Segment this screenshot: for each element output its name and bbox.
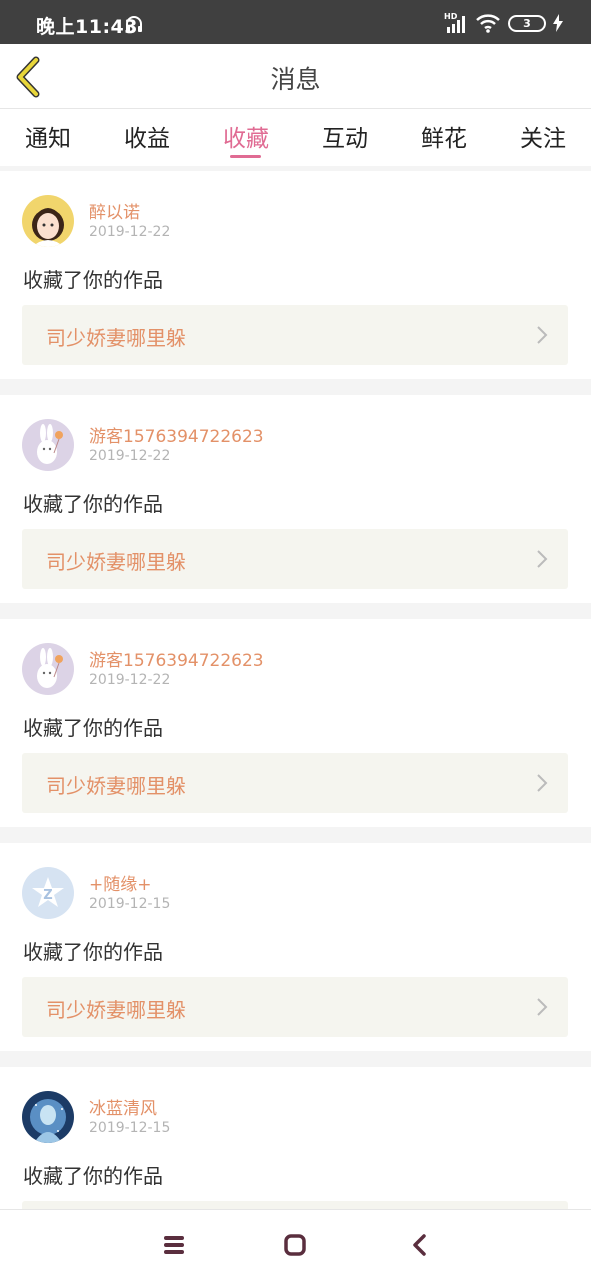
system-nav-bar bbox=[0, 1209, 591, 1280]
message-card: Z +随缘+ 2019-12-15 收藏了你的作品 司少娇妻哪里躲 bbox=[0, 843, 591, 1051]
home-icon[interactable] bbox=[278, 1230, 312, 1260]
message-card: 游客1576394722623 2019-12-22 收藏了你的作品 司少娇妻哪… bbox=[0, 395, 591, 603]
action-text: 收藏了你的作品 bbox=[23, 1164, 163, 1188]
avatar[interactable]: Z bbox=[22, 867, 74, 919]
action-text: 收藏了你的作品 bbox=[23, 268, 163, 292]
active-tab-indicator bbox=[230, 155, 261, 158]
action-text: 收藏了你的作品 bbox=[23, 940, 163, 964]
status-icons: HD 3 bbox=[444, 11, 563, 35]
status-time: 晚上11:43 bbox=[36, 16, 138, 38]
tab-earnings[interactable]: 收益 bbox=[107, 119, 187, 153]
signal-icon: HD bbox=[444, 12, 468, 34]
chevron-right-icon bbox=[537, 774, 548, 792]
chevron-right-icon bbox=[537, 326, 548, 344]
avatar[interactable] bbox=[22, 643, 74, 695]
charging-icon bbox=[553, 14, 563, 32]
avatar[interactable] bbox=[22, 419, 74, 471]
user-name[interactable]: 冰蓝清风 bbox=[89, 1094, 157, 1119]
headset-icon bbox=[126, 16, 142, 32]
chevron-right-icon bbox=[537, 550, 548, 568]
action-text: 收藏了你的作品 bbox=[23, 492, 163, 516]
avatar[interactable] bbox=[22, 1091, 74, 1143]
work-link[interactable]: 司少娇妻哪里躲 bbox=[22, 977, 568, 1037]
tab-bar: 通知 收益 收藏 互动 鲜花 关注 bbox=[0, 109, 591, 166]
message-date: 2019-12-15 bbox=[89, 1120, 171, 1136]
user-name[interactable]: 游客1576394722623 bbox=[89, 422, 264, 447]
message-date: 2019-12-15 bbox=[89, 896, 171, 912]
message-card: 醉以诺 2019-12-22 收藏了你的作品 司少娇妻哪里躲 bbox=[0, 171, 591, 379]
status-bar: 晚上11:43 HD 3 bbox=[0, 0, 591, 44]
message-card: 游客1576394722623 2019-12-22 收藏了你的作品 司少娇妻哪… bbox=[0, 619, 591, 827]
work-link[interactable]: 司少娇妻哪里躲 bbox=[22, 305, 568, 365]
message-date: 2019-12-22 bbox=[89, 672, 171, 688]
user-name[interactable]: 醉以诺 bbox=[89, 198, 140, 223]
work-title: 司少娇妻哪里躲 bbox=[46, 774, 186, 798]
tab-notifications[interactable]: 通知 bbox=[8, 119, 88, 153]
svg-text:Z: Z bbox=[43, 888, 52, 903]
work-link[interactable]: 司少娇妻哪里躲 bbox=[22, 529, 568, 589]
user-name[interactable]: 游客1576394722623 bbox=[89, 646, 264, 671]
page-header: 消息 bbox=[0, 44, 591, 109]
action-text: 收藏了你的作品 bbox=[23, 716, 163, 740]
work-title: 司少娇妻哪里躲 bbox=[46, 326, 186, 350]
page-title: 消息 bbox=[270, 65, 321, 94]
battery-icon: 3 bbox=[508, 14, 546, 32]
chevron-right-icon bbox=[537, 998, 548, 1016]
work-link[interactable]: 司少娇妻哪里躲 bbox=[22, 753, 568, 813]
back-icon[interactable] bbox=[403, 1230, 437, 1260]
tab-interactions[interactable]: 互动 bbox=[305, 119, 385, 153]
work-title: 司少娇妻哪里躲 bbox=[46, 550, 186, 574]
wifi-icon bbox=[476, 14, 500, 33]
work-title: 司少娇妻哪里躲 bbox=[46, 998, 186, 1022]
tab-favorites[interactable]: 收藏 bbox=[206, 119, 286, 153]
tab-flowers[interactable]: 鲜花 bbox=[404, 119, 484, 153]
message-date: 2019-12-22 bbox=[89, 224, 171, 240]
avatar[interactable] bbox=[22, 195, 74, 247]
message-date: 2019-12-22 bbox=[89, 448, 171, 464]
user-name[interactable]: +随缘+ bbox=[89, 870, 152, 895]
menu-icon[interactable] bbox=[157, 1230, 191, 1260]
tab-follows[interactable]: 关注 bbox=[503, 119, 583, 153]
